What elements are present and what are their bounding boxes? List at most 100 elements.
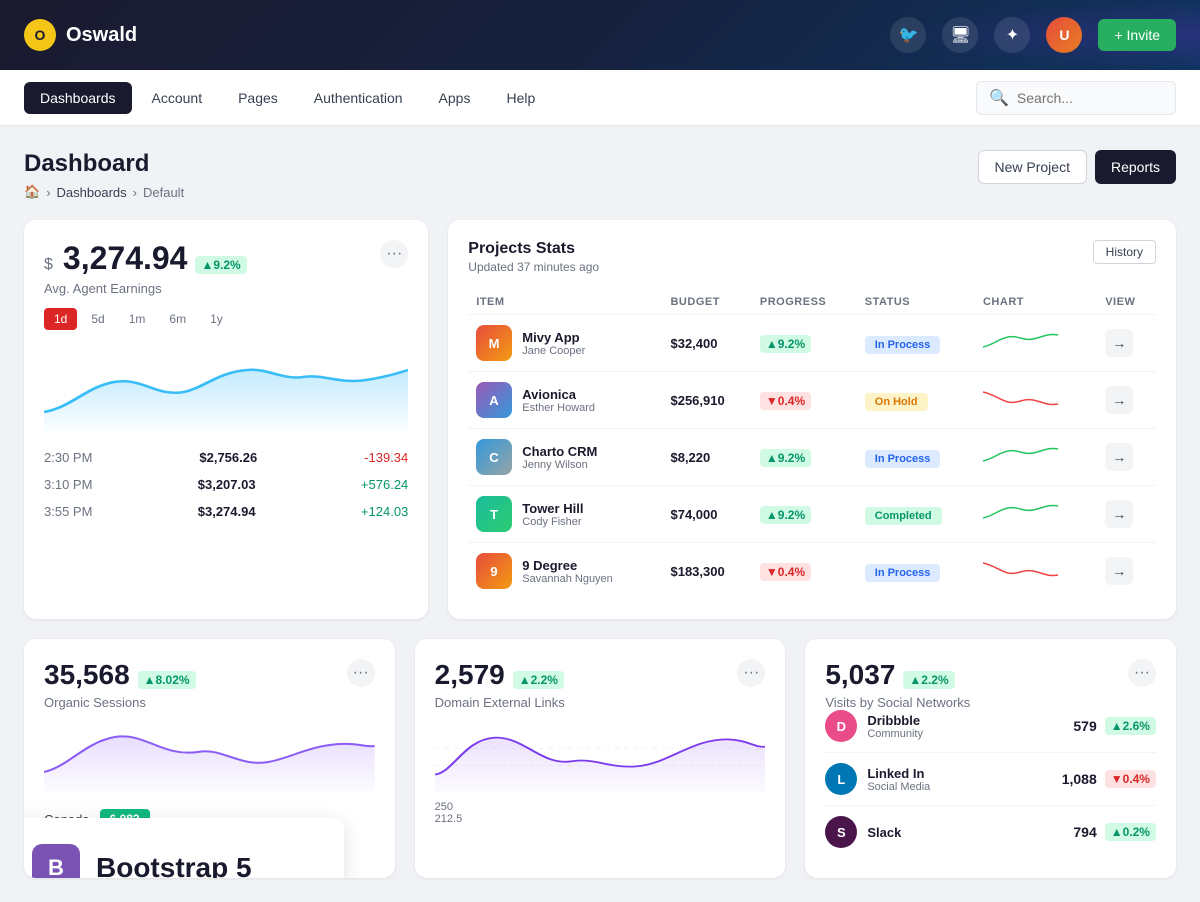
row1-amount: $2,756.26	[199, 450, 257, 465]
data-row-1: 2:30 PM $2,756.26 -139.34	[44, 444, 408, 471]
time-btn-1m[interactable]: 1m	[119, 308, 156, 330]
proj-view[interactable]: →	[1097, 315, 1156, 372]
proj-view-button[interactable]: →	[1105, 329, 1133, 357]
table-row: C Charto CRM Jenny Wilson $8,220 ▲9.2% I…	[468, 429, 1156, 486]
nav-icon-share[interactable]: ✦	[994, 17, 1030, 53]
proj-item-cell: A Avionica Esther Howard	[468, 372, 662, 429]
col-progress: PROGRESS	[752, 290, 857, 315]
new-project-button[interactable]: New Project	[978, 150, 1087, 184]
nav-pages[interactable]: Pages	[222, 82, 294, 114]
bottom-grid: 35,568 ▲8.02% Organic Sessions ···	[24, 639, 1176, 878]
user-avatar[interactable]: U	[1046, 17, 1082, 53]
proj-view[interactable]: →	[1097, 543, 1156, 600]
proj-item-cell: C Charto CRM Jenny Wilson	[468, 429, 662, 486]
proj-item-cell: 9 9 Degree Savannah Nguyen	[468, 543, 662, 600]
earnings-more-button[interactable]: ···	[380, 240, 408, 268]
row3-amount: $3,274.94	[198, 504, 256, 519]
proj-budget: $32,400	[662, 315, 751, 372]
breadcrumb-dashboards[interactable]: Dashboards	[57, 185, 127, 200]
projects-subtitle: Updated 37 minutes ago	[468, 260, 599, 274]
projects-stats-card: Projects Stats Updated 37 minutes ago Hi…	[448, 220, 1176, 619]
header-buttons: New Project Reports	[978, 150, 1177, 184]
domain-metrics: 2,579 ▲2.2% Domain External Links	[435, 659, 565, 710]
table-row: A Avionica Esther Howard $256,910 ▼0.4% …	[468, 372, 1156, 429]
proj-view-button[interactable]: →	[1105, 386, 1133, 414]
organic-more-button[interactable]: ···	[347, 659, 375, 687]
col-view: VIEW	[1097, 290, 1156, 315]
organic-card: 35,568 ▲8.02% Organic Sessions ···	[24, 639, 395, 878]
proj-avatar: A	[476, 382, 512, 418]
search-box[interactable]: 🔍	[976, 81, 1176, 115]
svg-text:T: T	[490, 507, 498, 522]
earnings-card: $ 3,274.94 ▲9.2% Avg. Agent Earnings ···…	[24, 220, 428, 619]
col-chart: CHART	[975, 290, 1097, 315]
nav-icon-monitor[interactable]: 🖥	[942, 17, 978, 53]
proj-view-button[interactable]: →	[1105, 443, 1133, 471]
bootstrap-overlay: B Bootstrap 5	[24, 818, 344, 878]
time-btn-1y[interactable]: 1y	[200, 308, 233, 330]
page-title: Dashboard	[24, 150, 184, 178]
logo-text: Oswald	[66, 24, 137, 47]
social-more-button[interactable]: ···	[1128, 659, 1156, 687]
proj-avatar: M	[476, 325, 512, 361]
social-header: 5,037 ▲2.2% Visits by Social Networks ··…	[825, 659, 1156, 710]
top-grid: $ 3,274.94 ▲9.2% Avg. Agent Earnings ···…	[24, 220, 1176, 619]
time-btn-6m[interactable]: 6m	[159, 308, 196, 330]
organic-amount: 35,568	[44, 659, 130, 691]
nav-account[interactable]: Account	[136, 82, 219, 114]
earnings-badge: ▲9.2%	[195, 256, 246, 274]
nav-dashboards[interactable]: Dashboards	[24, 82, 132, 114]
proj-chart	[975, 543, 1097, 600]
proj-view[interactable]: →	[1097, 429, 1156, 486]
time-btn-5d[interactable]: 5d	[81, 308, 114, 330]
data-row-2: 3:10 PM $3,207.03 +576.24	[44, 471, 408, 498]
search-input[interactable]	[1017, 90, 1163, 106]
proj-view-button[interactable]: →	[1105, 500, 1133, 528]
proj-budget: $256,910	[662, 372, 751, 429]
svg-text:C: C	[490, 450, 500, 465]
proj-status: In Process	[857, 543, 975, 600]
proj-status: On Hold	[857, 372, 975, 429]
earnings-label: Avg. Agent Earnings	[44, 281, 247, 296]
row3-change: +124.03	[361, 504, 408, 519]
nav-icon-bird[interactable]: 🐦	[890, 17, 926, 53]
invite-button[interactable]: + Invite	[1098, 19, 1176, 51]
projects-table: ITEM BUDGET PROGRESS STATUS CHART VIEW	[468, 290, 1156, 599]
proj-status: In Process	[857, 429, 975, 486]
proj-progress: ▲9.2%	[752, 315, 857, 372]
history-button[interactable]: History	[1093, 240, 1156, 264]
proj-progress: ▲9.2%	[752, 486, 857, 543]
projects-header: Projects Stats Updated 37 minutes ago Hi…	[468, 240, 1156, 274]
search-icon: 🔍	[989, 88, 1009, 108]
col-status: STATUS	[857, 290, 975, 315]
proj-status: In Process	[857, 315, 975, 372]
earnings-prefix: $	[44, 256, 53, 274]
earnings-amount: 3,274.94	[63, 240, 188, 277]
social-metrics: 5,037 ▲2.2% Visits by Social Networks	[825, 659, 970, 710]
nav-help[interactable]: Help	[490, 82, 551, 114]
proj-view[interactable]: →	[1097, 486, 1156, 543]
proj-avatar: 9	[476, 553, 512, 589]
projects-title-area: Projects Stats Updated 37 minutes ago	[468, 240, 599, 274]
earnings-data-rows: 2:30 PM $2,756.26 -139.34 3:10 PM $3,207…	[44, 444, 408, 525]
domain-chart-label-250: 250	[435, 801, 766, 813]
table-row: M Mivy App Jane Cooper $32,400 ▲9.2% In …	[468, 315, 1156, 372]
nav-authentication[interactable]: Authentication	[298, 82, 419, 114]
proj-view[interactable]: →	[1097, 372, 1156, 429]
reports-button[interactable]: Reports	[1095, 150, 1176, 184]
proj-avatar: T	[476, 496, 512, 532]
time-btn-1d[interactable]: 1d	[44, 308, 77, 330]
proj-status: Completed	[857, 486, 975, 543]
proj-view-button[interactable]: →	[1105, 557, 1133, 585]
domain-more-button[interactable]: ···	[737, 659, 765, 687]
social-icon-2: S	[825, 816, 857, 848]
logo-area[interactable]: O Oswald	[24, 19, 137, 51]
proj-progress: ▼0.4%	[752, 372, 857, 429]
time-filters: 1d 5d 1m 6m 1y	[44, 308, 408, 330]
col-item: ITEM	[468, 290, 662, 315]
row1-change: -139.34	[364, 450, 408, 465]
row2-amount: $3,207.03	[198, 477, 256, 492]
breadcrumb: 🏠 › Dashboards › Default	[24, 184, 184, 200]
nav-apps[interactable]: Apps	[423, 82, 487, 114]
proj-avatar: C	[476, 439, 512, 475]
